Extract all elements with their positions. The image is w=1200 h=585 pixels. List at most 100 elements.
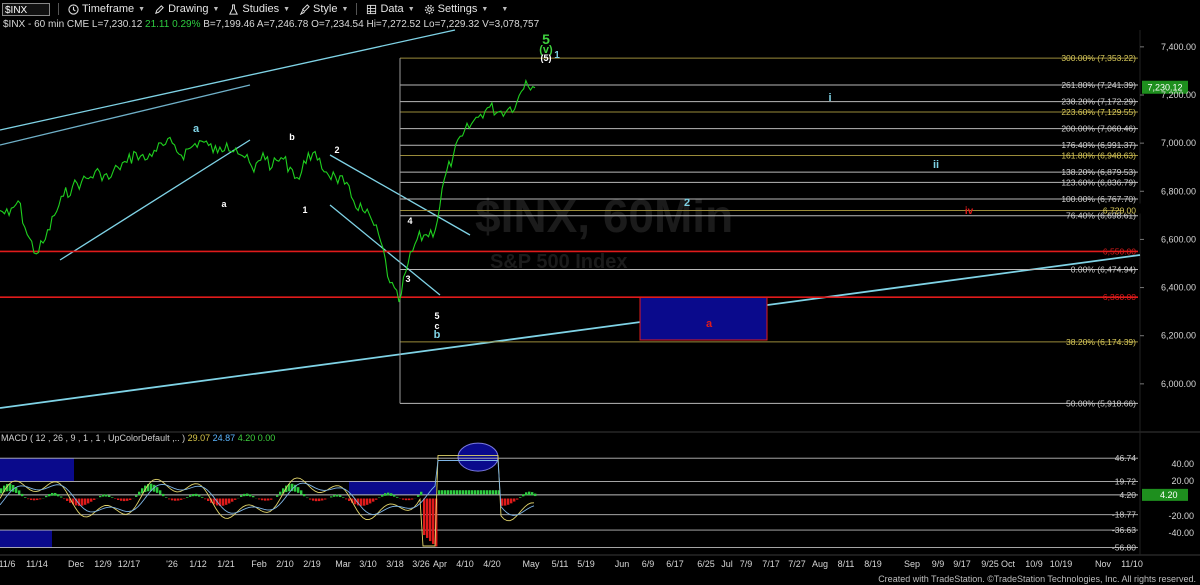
time-tick-label: Aug [812, 559, 828, 569]
macd-histogram-bar [309, 498, 312, 500]
macd-histogram-bar [315, 498, 318, 502]
time-tick-label: 4/10 [456, 559, 474, 569]
wave-label: 4 [407, 216, 412, 226]
macd-histogram-bar [345, 498, 348, 500]
fib-level-label: 261.80% (7,241.39) [1061, 80, 1136, 90]
macd-histogram-bar [60, 496, 63, 498]
wave-label: a [221, 199, 227, 209]
macd-peak-highlight [457, 442, 499, 472]
fib-level-label: 6,360.00 [1103, 292, 1136, 302]
price-series-line [0, 78, 536, 303]
macd-histogram-bar [171, 498, 174, 501]
macd-histogram-bar [117, 498, 120, 501]
macd-histogram-bar [531, 492, 534, 496]
macd-zero-value: 0.00 [257, 433, 276, 443]
macd-study-label: MACD ( 12 , 26 , 9 , 1 , 1 , UpColorDefa… [1, 433, 275, 443]
macd-histogram-bar [408, 498, 411, 501]
time-tick-label: 8/11 [838, 559, 855, 569]
fib-level-label: 123.60% (6,836.79) [1061, 177, 1136, 187]
macd-histogram-bar [516, 498, 519, 500]
macd-level-label: -36.63 [1112, 525, 1136, 535]
macd-histogram-bar [441, 490, 444, 495]
macd-histogram-bar [24, 497, 27, 498]
macd-histogram-bar [534, 493, 537, 497]
fib-level-label: 6,550.00 [1103, 246, 1136, 256]
macd-histogram-bar [276, 495, 279, 497]
macd-histogram-bar [387, 492, 390, 496]
time-tick-label: 5/19 [577, 559, 595, 569]
wave-label: 1 [554, 50, 560, 61]
trend-line [0, 84, 251, 146]
macd-histogram-bar [471, 490, 474, 495]
macd-histogram-bar [339, 495, 342, 497]
macd-histogram-bar [372, 498, 375, 502]
macd-level-label: 19.72 [1115, 476, 1137, 486]
macd-histogram-bar [384, 493, 387, 496]
macd-histogram-bar [9, 483, 12, 492]
macd-histogram-bar [405, 498, 408, 501]
macd-histogram-bar [279, 491, 282, 496]
macd-histogram-bar [228, 498, 231, 504]
time-tick-label: 9/25 [981, 559, 999, 569]
macd-histogram-bar [39, 498, 42, 500]
macd-level-label: 4.20 [1119, 490, 1136, 500]
time-tick-label: Sep [904, 559, 920, 569]
macd-histogram-bar [111, 497, 114, 498]
macd-histogram-bar [366, 498, 369, 505]
macd-histogram-bar [450, 490, 453, 495]
time-tick-label: 10/9 [1025, 559, 1043, 569]
macd-histogram-bar [375, 498, 378, 500]
macd-histogram-bar [246, 493, 249, 497]
macd-histogram-bar [189, 495, 192, 497]
time-tick-label: 1/12 [189, 559, 207, 569]
macd-histogram-bar [105, 494, 108, 497]
wave-label: a [193, 123, 200, 135]
macd-histogram-bar [447, 490, 450, 495]
time-tick-label: 7/17 [762, 559, 780, 569]
wave-label: a [706, 318, 713, 330]
macd-signal-value: 24.87 [212, 433, 236, 443]
fib-level-label: 161.80% (6,948.63) [1061, 151, 1136, 161]
macd-histogram-bar [225, 498, 228, 505]
macd-histogram-bar [27, 498, 30, 500]
macd-histogram-bar [486, 490, 489, 495]
time-tick-label: 7/9 [740, 559, 753, 569]
macd-histogram-bar [420, 491, 423, 496]
trend-line [0, 29, 456, 131]
price-tick-label: 7,000.00 [1161, 138, 1196, 148]
macd-histogram-bar [336, 494, 339, 497]
time-tick-label: Jul [721, 559, 733, 569]
macd-histogram-bar [180, 498, 183, 500]
macd-histogram-bar [396, 496, 399, 498]
macd-histogram-bar [513, 498, 516, 502]
time-tick-label: 11/14 [26, 559, 48, 569]
macd-histogram-bar [231, 498, 234, 502]
macd-histogram-bar [462, 490, 465, 495]
time-tick-label: '26 [166, 559, 178, 569]
price-tick-label: 6,200.00 [1161, 331, 1196, 341]
macd-histogram-bar [501, 498, 504, 506]
macd-histogram-bar [126, 498, 129, 501]
macd-level-label: 46.74 [1115, 453, 1137, 463]
macd-histogram-bar [261, 498, 264, 501]
macd-histogram-bar [222, 498, 225, 506]
macd-histogram-bar [348, 498, 351, 502]
macd-histogram-bar [81, 498, 84, 506]
macd-histogram-bar [423, 498, 426, 536]
macd-histogram-bar [330, 496, 333, 498]
wave-label: b [289, 132, 295, 142]
macd-histogram-bar [252, 496, 255, 498]
macd-histogram-bar [186, 497, 189, 498]
price-chart[interactable]: $INX, 60MinS&P 500 Index 300.00% (7,353.… [0, 0, 1200, 585]
macd-zone-box [0, 530, 52, 548]
time-tick-label: 12/9 [94, 559, 112, 569]
macd-histogram-value: 4.20 [237, 433, 256, 443]
macd-histogram-bar [159, 490, 162, 495]
macd-histogram-bar [36, 498, 39, 501]
macd-histogram-bar [57, 494, 60, 497]
macd-histogram-bar [303, 493, 306, 497]
macd-histogram-bar [429, 498, 432, 542]
macd-signal-line [0, 460, 535, 516]
trend-line [329, 204, 441, 296]
time-tick-label: 3/26 [412, 559, 430, 569]
